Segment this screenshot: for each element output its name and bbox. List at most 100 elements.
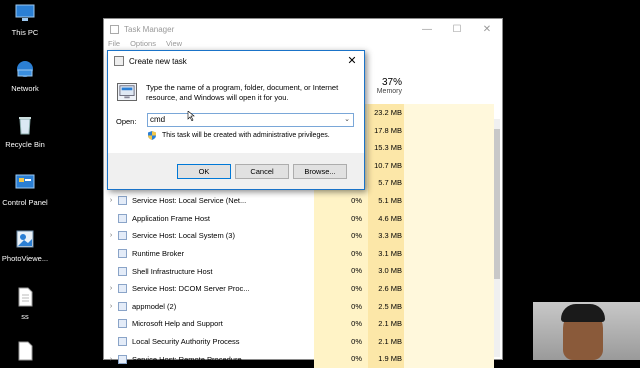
- run-app-icon: [114, 56, 124, 66]
- process-memory: 5.7 MB: [368, 174, 404, 192]
- desktop-icon-recycle-bin[interactable]: Recycle Bin: [0, 114, 50, 149]
- memory-label: Memory: [376, 88, 402, 95]
- expand-chevron-icon[interactable]: ›: [104, 356, 118, 363]
- process-memory: 4.6 MB: [368, 209, 404, 228]
- photo-viewer-icon: [16, 230, 34, 248]
- process-memory: 2.1 MB: [368, 332, 404, 351]
- process-memory: 10.7 MB: [368, 156, 404, 175]
- process-cpu: 0%: [314, 332, 368, 351]
- process-icon: [118, 231, 127, 241]
- process-row[interactable]: › Service Host: Local System (3) 0% 3.3 MB: [104, 227, 502, 245]
- process-icon: [118, 249, 127, 259]
- process-cpu: 0%: [314, 315, 368, 333]
- webcam-overlay: [533, 302, 640, 360]
- dialog-title-bar[interactable]: Create new task: [108, 51, 364, 71]
- desktop-icon-label: This PC: [11, 28, 39, 37]
- process-extra-column: [404, 156, 494, 175]
- dialog-description: Type the name of a program, folder, docu…: [146, 83, 339, 102]
- expand-chevron-icon[interactable]: ›: [104, 285, 118, 292]
- cancel-button[interactable]: Cancel: [235, 164, 289, 179]
- process-icon: [118, 301, 127, 311]
- process-row[interactable]: Microsoft Help and Support 0% 2.1 MB: [104, 315, 502, 333]
- process-row[interactable]: Application Frame Host 0% 4.6 MB: [104, 209, 502, 228]
- open-label: Open:: [116, 117, 137, 126]
- desktop-icon-file[interactable]: [0, 340, 50, 366]
- process-name: Service Host: DCOM Server Proc...: [132, 284, 250, 294]
- minimize-icon[interactable]: —: [412, 19, 442, 39]
- process-extra-column: [404, 315, 494, 333]
- desktop-icon-label: PhotoViewe...: [1, 254, 49, 263]
- webcam-hair: [561, 304, 605, 322]
- process-extra-column: [404, 262, 494, 280]
- expand-chevron-icon[interactable]: ›: [104, 197, 118, 204]
- open-input-value[interactable]: cmd: [150, 115, 165, 124]
- run-program-icon: [117, 83, 137, 101]
- process-row[interactable]: › Service Host: Remote Procedure... 0% 1.9 …: [104, 350, 502, 368]
- expand-chevron-icon[interactable]: ›: [104, 232, 118, 239]
- process-name: Runtime Broker: [132, 249, 185, 259]
- process-extra-column: [404, 227, 494, 245]
- process-extra-column: [404, 174, 494, 192]
- network-icon: [17, 61, 33, 77]
- process-memory: 17.8 MB: [368, 121, 404, 140]
- process-row[interactable]: Local Security Authority Process 0% 2.1 MB: [104, 332, 502, 351]
- process-extra-column: [404, 244, 494, 263]
- expand-chevron-icon[interactable]: ›: [104, 303, 118, 310]
- create-new-task-dialog: Create new task ✕ Type the name of a pro…: [107, 50, 365, 190]
- scrollbar-thumb[interactable]: [494, 129, 500, 279]
- browse-button[interactable]: Browse...: [293, 164, 347, 179]
- file-icon: [18, 287, 33, 307]
- window-controls: — ☐ ✕: [412, 19, 502, 39]
- process-extra-column: [404, 209, 494, 228]
- process-memory: 23.2 MB: [368, 104, 404, 122]
- process-name: Service Host: Local Service (Net...: [132, 196, 247, 206]
- process-row[interactable]: › Service Host: Local Service (Net... 0% 5.…: [104, 191, 502, 210]
- process-cpu: 0%: [314, 191, 368, 210]
- process-name: Service Host: Remote Procedure...: [132, 354, 248, 364]
- process-memory: 2.5 MB: [368, 297, 404, 316]
- this-pc-icon: [15, 4, 35, 21]
- process-cpu: 0%: [314, 297, 368, 316]
- process-memory: 15.3 MB: [368, 139, 404, 157]
- control-panel-icon: [15, 174, 35, 189]
- process-row[interactable]: Shell Infrastructure Host 0% 3.0 MB: [104, 262, 502, 280]
- process-row[interactable]: Runtime Broker 0% 3.1 MB: [104, 244, 502, 263]
- vertical-scrollbar[interactable]: [494, 119, 500, 357]
- process-memory: 2.6 MB: [368, 279, 404, 298]
- process-extra-column: [404, 332, 494, 351]
- maximize-icon[interactable]: ☐: [442, 19, 472, 39]
- process-cpu: 0%: [314, 227, 368, 245]
- task-manager-app-icon: [110, 24, 119, 34]
- process-name: Local Security Authority Process: [132, 337, 240, 347]
- process-memory: 5.1 MB: [368, 191, 404, 210]
- close-icon[interactable]: ✕: [472, 19, 502, 39]
- desktop-icon-label: ss: [21, 312, 29, 321]
- desktop-icon-this-pc[interactable]: This PC: [0, 2, 50, 37]
- process-icon: [118, 284, 127, 294]
- desktop-icon-ss[interactable]: ss: [0, 286, 50, 321]
- process-memory: 3.0 MB: [368, 262, 404, 280]
- desktop-icon-photo-viewer[interactable]: PhotoViewe...: [0, 228, 50, 263]
- process-icon: [118, 196, 127, 206]
- desktop-icon-network[interactable]: Network: [0, 58, 50, 93]
- process-extra-column: [404, 279, 494, 298]
- process-memory: 1.9 MB: [368, 350, 404, 368]
- recycle-bin-icon: [19, 117, 31, 135]
- open-combobox[interactable]: cmd ⌄: [147, 113, 354, 127]
- desktop-icon-control-panel[interactable]: Control Panel: [0, 172, 50, 207]
- process-name: appmodel (2): [132, 301, 177, 311]
- process-cpu: 0%: [314, 262, 368, 280]
- admin-privileges-note: This task will be created with administr…: [162, 132, 330, 139]
- process-extra-column: [404, 121, 494, 140]
- dialog-title: Create new task: [129, 56, 187, 66]
- dialog-close-icon[interactable]: ✕: [346, 54, 358, 67]
- process-name: Shell Infrastructure Host: [132, 266, 213, 276]
- process-cpu: 0%: [314, 244, 368, 263]
- process-row[interactable]: › appmodel (2) 0% 2.5 MB: [104, 297, 502, 316]
- process-row[interactable]: › Service Host: DCOM Server Proc... 0% 2.6 …: [104, 279, 502, 298]
- process-extra-column: [404, 139, 494, 157]
- process-icon: [118, 213, 127, 223]
- chevron-down-icon[interactable]: ⌄: [344, 114, 350, 126]
- desktop: This PC Network Recycle Bin Control Pane…: [0, 0, 640, 368]
- ok-button[interactable]: OK: [177, 164, 231, 179]
